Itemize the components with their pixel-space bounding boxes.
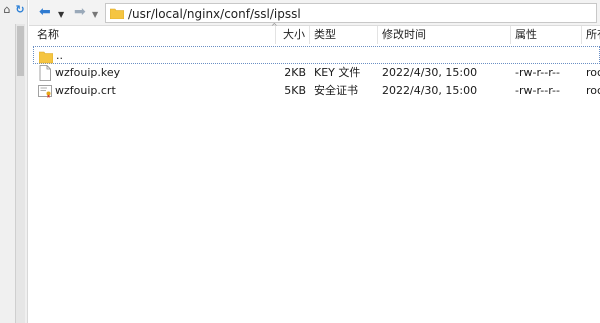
back-arrow-icon[interactable]: ⬅ <box>39 4 51 20</box>
column-name-header[interactable]: 名称 <box>33 26 276 44</box>
file-size: 2KB <box>284 66 306 79</box>
column-header: 名称 ^ 大小 类型 修改时间 属性 所有 <box>33 22 600 44</box>
file-type: 安全证书 <box>314 84 358 97</box>
file-row[interactable]: wzfouip.crt 5KB 安全证书 2022/4/30, 15:00 -r… <box>33 82 600 100</box>
file-type: KEY 文件 <box>314 66 361 79</box>
file-name: wzfouip.key <box>55 66 121 79</box>
folder-up-icon <box>39 51 53 64</box>
file-modified: 2022/4/30, 15:00 <box>382 66 478 79</box>
column-size-header[interactable]: 大小 <box>276 26 310 44</box>
column-modified-header[interactable]: 修改时间 <box>378 26 511 44</box>
path-bar[interactable]: /usr/local/nginx/conf/ssl/ipssl <box>105 3 597 23</box>
home-icon[interactable]: ⌂ <box>1 4 13 16</box>
file-list: .. wzfouip.key 2KB KEY 文件 2022/4/30, 15:… <box>33 44 600 323</box>
file-modified: 2022/4/30, 15:00 <box>382 84 478 97</box>
left-pane-scrollbar[interactable] <box>15 24 25 323</box>
parent-directory-label: .. <box>56 49 63 62</box>
certificate-file-icon <box>38 85 52 98</box>
path-text[interactable]: /usr/local/nginx/conf/ssl/ipssl <box>128 7 301 21</box>
toolbar: ⬅ ▼ ➡ ▼ /usr/local/nginx/conf/ssl/ipssl <box>29 0 600 26</box>
scrollbar-thumb[interactable] <box>17 26 24 76</box>
file-size: 5KB <box>284 84 306 97</box>
file-owner: roc <box>586 84 600 97</box>
folder-icon <box>110 8 124 19</box>
forward-arrow-icon[interactable]: ➡ <box>74 4 86 20</box>
column-owner-header[interactable]: 所有 <box>582 26 600 44</box>
column-attributes-header[interactable]: 属性 <box>511 26 582 44</box>
file-name: wzfouip.crt <box>55 84 116 97</box>
forward-dropdown-icon[interactable]: ▼ <box>92 7 98 23</box>
column-type-header[interactable]: 类型 <box>310 26 378 44</box>
file-attributes: -rw-r--r-- <box>515 84 560 97</box>
back-dropdown-icon[interactable]: ▼ <box>58 7 64 23</box>
parent-directory-row[interactable]: .. <box>33 46 600 64</box>
file-attributes: -rw-r--r-- <box>515 66 560 79</box>
left-pane: ⌂ ↻ <box>0 0 28 323</box>
refresh-icon[interactable]: ↻ <box>14 4 26 16</box>
file-owner: roc <box>586 66 600 79</box>
file-row[interactable]: wzfouip.key 2KB KEY 文件 2022/4/30, 15:00 … <box>33 64 600 82</box>
text-file-icon <box>39 65 51 81</box>
